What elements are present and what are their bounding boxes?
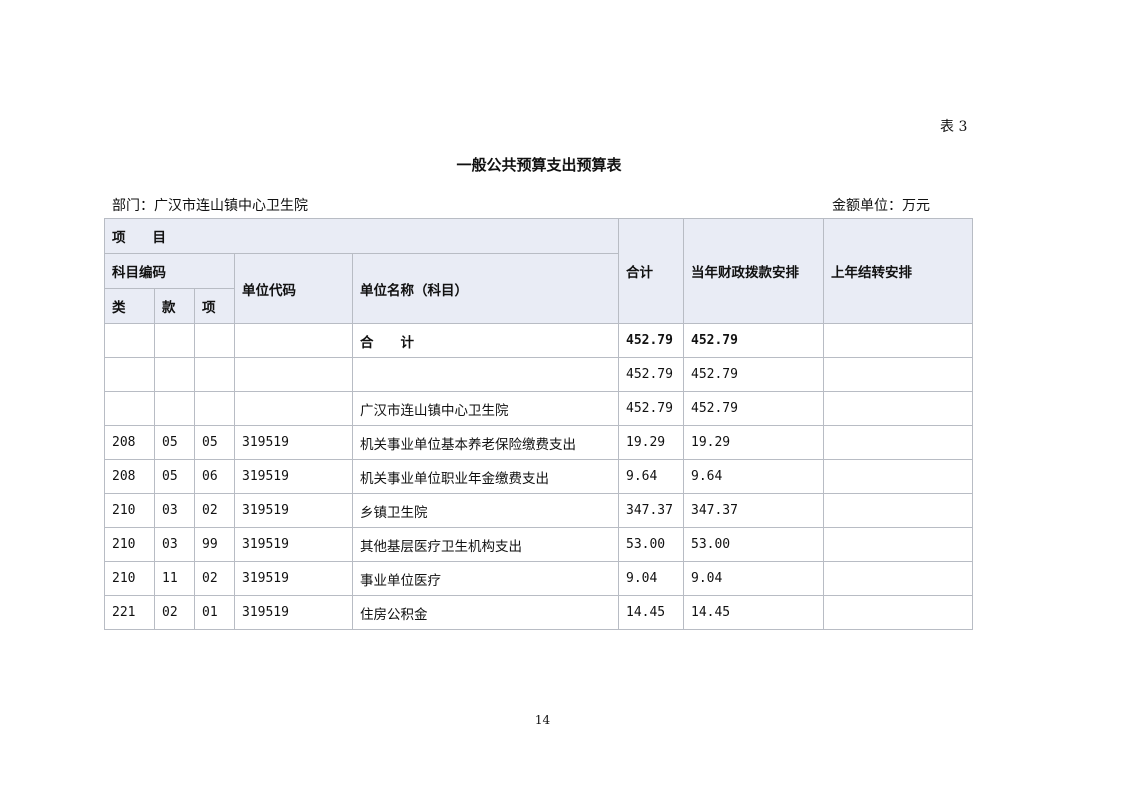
table-row: 合 计 452.79 452.79 [104, 323, 973, 358]
cell-last-year [823, 527, 973, 562]
cell-class: 210 [104, 493, 155, 528]
cell-unit-name [352, 357, 619, 392]
table-row: 210 03 02 319519 乡镇卫生院 347.37 347.37 [104, 493, 973, 528]
table-row: 452.79 452.79 [104, 357, 973, 392]
header-current-year: 当年财政拨款安排 [683, 218, 824, 324]
cell-total: 9.04 [618, 561, 684, 596]
header-section: 款 [154, 288, 195, 324]
header-unit-code: 单位代码 [234, 253, 353, 324]
cell-current-year: 347.37 [683, 493, 824, 528]
table-row: 广汉市连山镇中心卫生院 452.79 452.79 [104, 391, 973, 426]
cell-class: 221 [104, 595, 155, 630]
cell-class: 210 [104, 561, 155, 596]
cell-unit-name: 合 计 [352, 323, 619, 358]
cell-section: 05 [154, 425, 195, 460]
cell-section: 02 [154, 595, 195, 630]
cell-last-year [823, 493, 973, 528]
cell-last-year [823, 459, 973, 494]
cell-last-year [823, 323, 973, 358]
cell-current-year: 452.79 [683, 391, 824, 426]
cell-unit-code: 319519 [234, 561, 353, 596]
cell-entry [194, 391, 235, 426]
cell-last-year [823, 425, 973, 460]
table-number: 表 3 [940, 119, 968, 135]
cell-unit-name: 广汉市连山镇中心卫生院 [352, 391, 619, 426]
header-subject-code: 科目编码 [104, 253, 235, 289]
cell-unit-code: 319519 [234, 527, 353, 562]
cell-unit-code: 319519 [234, 425, 353, 460]
header-class: 类 [104, 288, 155, 324]
page-number: 14 [534, 713, 551, 727]
cell-entry: 05 [194, 425, 235, 460]
header-entry: 项 [194, 288, 235, 324]
cell-unit-code [234, 323, 353, 358]
cell-entry: 99 [194, 527, 235, 562]
cell-total: 9.64 [618, 459, 684, 494]
cell-class: 208 [104, 425, 155, 460]
table-row: 210 11 02 319519 事业单位医疗 9.04 9.04 [104, 561, 973, 596]
cell-current-year: 14.45 [683, 595, 824, 630]
cell-last-year [823, 595, 973, 630]
cell-section [154, 323, 195, 358]
cell-unit-name: 机关事业单位职业年金缴费支出 [352, 459, 619, 494]
cell-section: 03 [154, 527, 195, 562]
cell-unit-code: 319519 [234, 595, 353, 630]
cell-total: 53.00 [618, 527, 684, 562]
cell-current-year: 19.29 [683, 425, 824, 460]
cell-total: 347.37 [618, 493, 684, 528]
cell-entry [194, 357, 235, 392]
cell-total: 452.79 [618, 323, 684, 358]
cell-current-year: 452.79 [683, 357, 824, 392]
cell-class [104, 357, 155, 392]
budget-table: 项 目 合计 当年财政拨款安排 上年结转安排 科目编码 单位代码 单位名称（科目… [104, 218, 973, 630]
cell-total: 452.79 [618, 357, 684, 392]
header-total: 合计 [618, 218, 684, 324]
cell-class [104, 391, 155, 426]
table-row: 221 02 01 319519 住房公积金 14.45 14.45 [104, 595, 973, 630]
cell-section [154, 357, 195, 392]
table-row: 210 03 99 319519 其他基层医疗卫生机构支出 53.00 53.00 [104, 527, 973, 562]
cell-current-year: 9.64 [683, 459, 824, 494]
cell-last-year [823, 561, 973, 596]
header-unit-name: 单位名称（科目） [352, 253, 619, 324]
cell-unit-code: 319519 [234, 459, 353, 494]
cell-current-year: 9.04 [683, 561, 824, 596]
cell-section: 05 [154, 459, 195, 494]
cell-entry: 06 [194, 459, 235, 494]
cell-last-year [823, 357, 973, 392]
department-label: 部门：广汉市连山镇中心卫生院 [112, 198, 308, 214]
cell-class: 208 [104, 459, 155, 494]
cell-entry: 01 [194, 595, 235, 630]
cell-unit-code [234, 391, 353, 426]
cell-unit-name: 机关事业单位基本养老保险缴费支出 [352, 425, 619, 460]
table-row: 208 05 06 319519 机关事业单位职业年金缴费支出 9.64 9.64 [104, 459, 973, 494]
header-item: 项 目 [104, 218, 619, 254]
cell-class: 210 [104, 527, 155, 562]
cell-section [154, 391, 195, 426]
table-body: 合 计 452.79 452.79 452.79 452.79 广汉市连山镇中心卫生院 45… [104, 323, 973, 630]
page-title: 一般公共预算支出预算表 [456, 156, 622, 174]
cell-unit-name: 乡镇卫生院 [352, 493, 619, 528]
cell-entry [194, 323, 235, 358]
cell-current-year: 452.79 [683, 323, 824, 358]
cell-section: 03 [154, 493, 195, 528]
cell-class [104, 323, 155, 358]
cell-section: 11 [154, 561, 195, 596]
cell-last-year [823, 391, 973, 426]
cell-unit-name: 事业单位医疗 [352, 561, 619, 596]
cell-total: 19.29 [618, 425, 684, 460]
amount-unit-label: 金额单位：万元 [832, 198, 930, 214]
cell-unit-name: 其他基层医疗卫生机构支出 [352, 527, 619, 562]
cell-total: 452.79 [618, 391, 684, 426]
cell-unit-code [234, 357, 353, 392]
cell-total: 14.45 [618, 595, 684, 630]
cell-unit-name: 住房公积金 [352, 595, 619, 630]
cell-unit-code: 319519 [234, 493, 353, 528]
cell-current-year: 53.00 [683, 527, 824, 562]
cell-entry: 02 [194, 561, 235, 596]
cell-entry: 02 [194, 493, 235, 528]
table-row: 208 05 05 319519 机关事业单位基本养老保险缴费支出 19.29 19.29 [104, 425, 973, 460]
header-last-year: 上年结转安排 [823, 218, 973, 324]
